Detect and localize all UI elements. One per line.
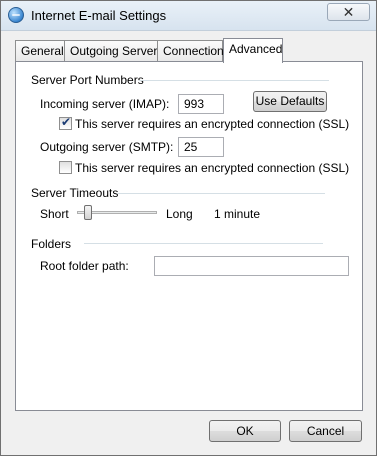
- tab-connection[interactable]: Connection: [157, 40, 224, 62]
- incoming-ssl-checkbox[interactable]: ✔: [59, 115, 72, 130]
- use-defaults-button[interactable]: Use Defaults: [253, 91, 327, 112]
- ok-button[interactable]: OK: [209, 420, 281, 442]
- tab-advanced[interactable]: Advanced: [223, 38, 283, 63]
- tab-label: General: [21, 44, 64, 58]
- slider-thumb[interactable]: [84, 205, 93, 220]
- incoming-port-input[interactable]: 993: [178, 94, 224, 114]
- advanced-panel: Server Port Numbers Incoming server (IMA…: [15, 61, 363, 411]
- root-folder-input[interactable]: [154, 256, 349, 276]
- timeout-short-label: Short: [40, 207, 69, 221]
- timeout-slider[interactable]: [77, 204, 157, 222]
- incoming-server-label: Incoming server (IMAP):: [40, 97, 170, 111]
- timeout-long-label: Long: [166, 207, 193, 221]
- globe-icon: [8, 7, 24, 23]
- close-icon: ✕: [342, 4, 355, 20]
- cancel-label: Cancel: [306, 424, 345, 438]
- incoming-ssl-label: This server requires an encrypted connec…: [75, 117, 350, 131]
- email-settings-dialog: Internet E-mail Settings ✕ General Outgo…: [0, 0, 377, 456]
- group-divider: [117, 193, 325, 194]
- outgoing-port-value: 25: [184, 140, 198, 154]
- tab-general[interactable]: General: [15, 40, 65, 62]
- outgoing-server-label: Outgoing server (SMTP):: [40, 140, 174, 154]
- ok-label: OK: [236, 424, 254, 438]
- outgoing-port-input[interactable]: 25: [178, 137, 224, 157]
- group-divider: [84, 243, 323, 244]
- tab-outgoing-server[interactable]: Outgoing Server: [64, 40, 158, 62]
- root-folder-label: Root folder path:: [40, 259, 129, 273]
- server-timeouts-heading: Server Timeouts: [31, 186, 119, 200]
- tab-label: Outgoing Server: [70, 44, 158, 58]
- outgoing-ssl-checkbox[interactable]: [59, 161, 72, 174]
- folders-heading: Folders: [31, 237, 72, 251]
- close-button[interactable]: ✕: [327, 3, 370, 21]
- tab-label: Connection: [163, 44, 224, 58]
- outgoing-ssl-label: This server requires an encrypted connec…: [75, 161, 350, 175]
- incoming-port-value: 993: [184, 97, 205, 111]
- group-divider: [139, 80, 329, 81]
- title-bar[interactable]: Internet E-mail Settings ✕: [1, 1, 376, 31]
- tab-label: Advanced: [229, 42, 283, 56]
- window-title: Internet E-mail Settings: [31, 8, 167, 23]
- server-port-numbers-heading: Server Port Numbers: [31, 73, 144, 87]
- timeout-value: 1 minute: [214, 207, 261, 221]
- use-defaults-label: Use Defaults: [255, 94, 325, 108]
- check-icon: ✔: [61, 115, 72, 129]
- cancel-button[interactable]: Cancel: [289, 420, 362, 442]
